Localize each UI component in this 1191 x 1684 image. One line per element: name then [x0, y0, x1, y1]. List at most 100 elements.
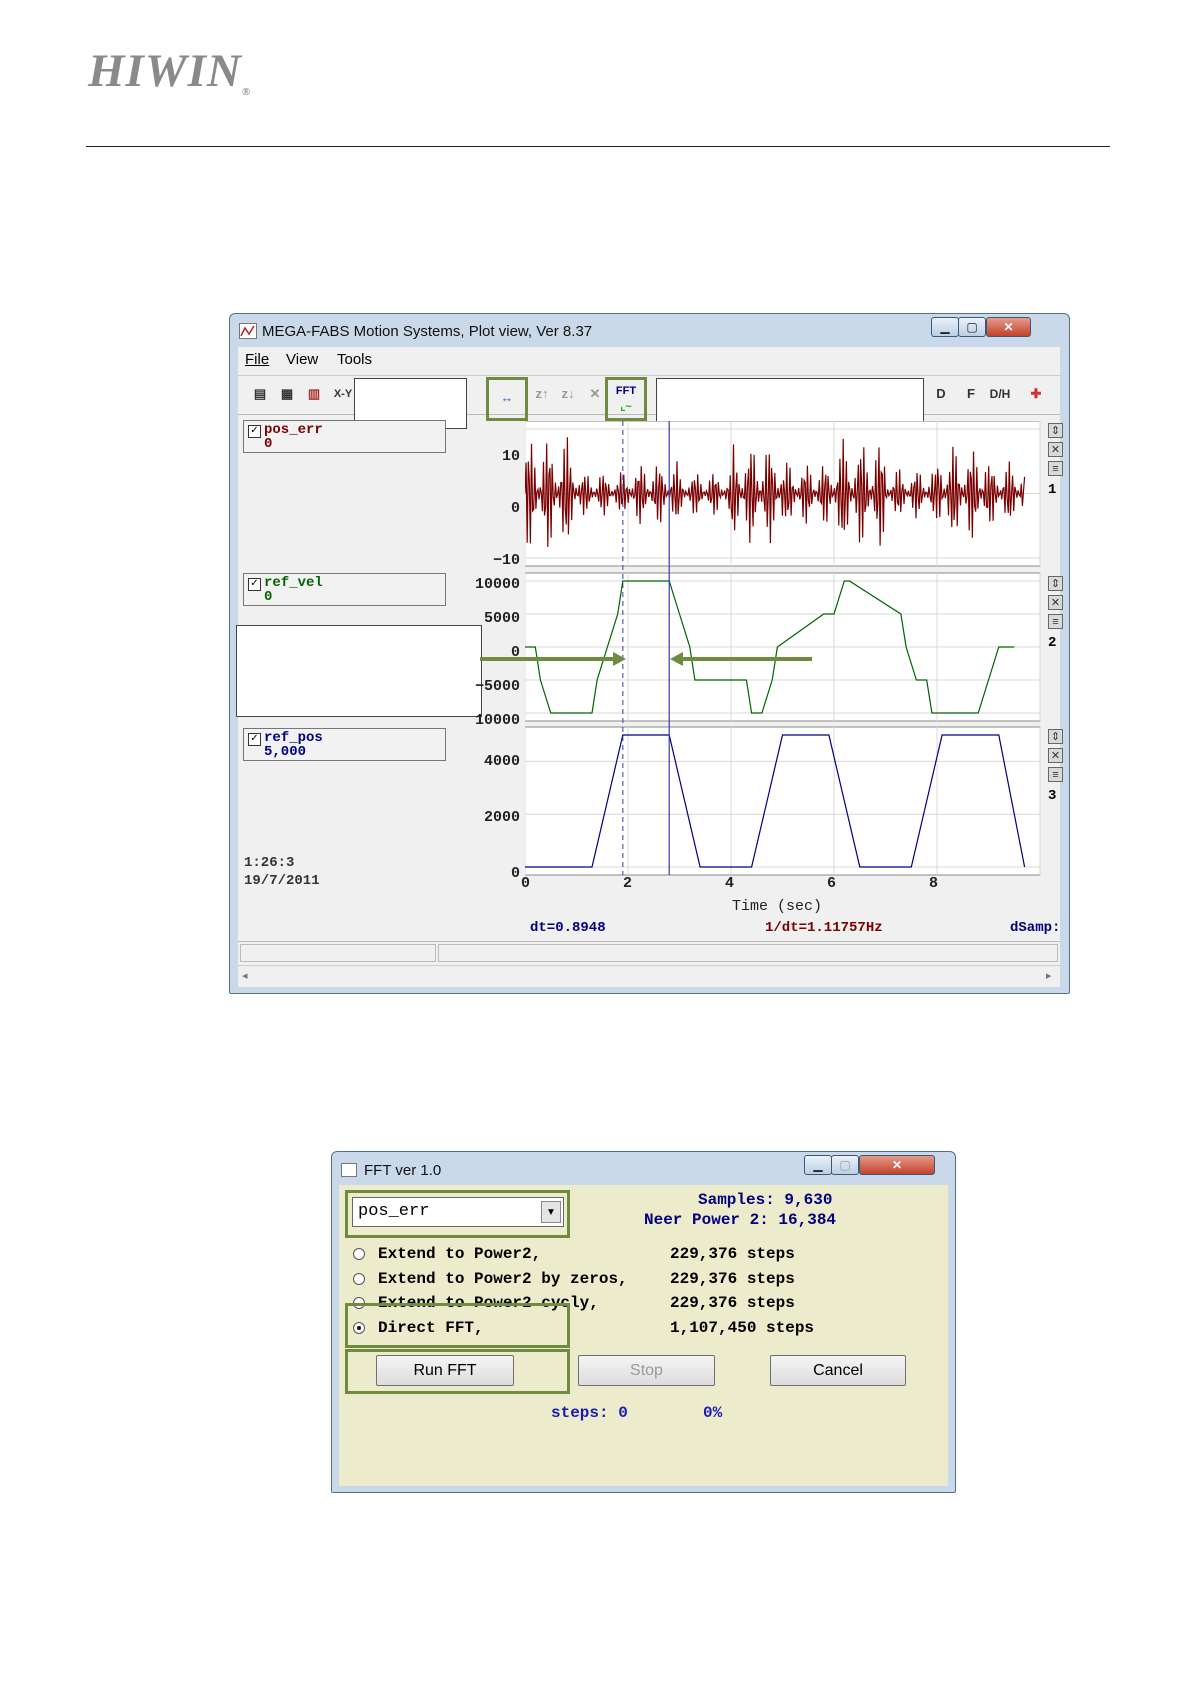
option-steps: 1,107,450 steps [670, 1319, 815, 1337]
option-label: Extend to Power2, [378, 1245, 542, 1263]
plot-expand-icon[interactable]: ⇕ [1048, 729, 1063, 744]
option-label: Direct FFT, [378, 1319, 484, 1337]
option-steps: 229,376 steps [670, 1270, 795, 1288]
single-plot-icon[interactable]: ▤ [247, 381, 273, 407]
date-label: 19/7/2011 [244, 873, 320, 889]
fft-client-area: pos_err ▼ Samples: 9,630 Neer Power 2: 1… [339, 1185, 948, 1486]
scroll-right-icon[interactable]: ▸ [1046, 969, 1052, 982]
steps-status: steps: 0 [551, 1404, 628, 1422]
stop-button[interactable]: Stop [578, 1355, 715, 1386]
minimize-button[interactable]: ▁ [931, 317, 959, 337]
close-button[interactable]: ✕ [986, 317, 1031, 337]
channel-box-ref-vel[interactable]: ✓ ref_vel 0 [243, 573, 446, 606]
option-direct-fft[interactable]: Direct FFT, 1,107,450 steps [353, 1318, 853, 1340]
dsamp-readout: dSamp: [1010, 920, 1061, 936]
hiwin-logo: HIWIN® [88, 45, 252, 98]
plot-settings-icon[interactable]: ≡ [1048, 614, 1063, 629]
fft-maximize-button[interactable]: ▢ [831, 1155, 859, 1175]
horizontal-scrollbar[interactable]: ◂ ▸ [238, 965, 1060, 986]
plot-2-side-controls: ⇕ ✕ ≡ 2 [1048, 576, 1066, 666]
annotation-box-3 [236, 625, 482, 717]
toolbar: ▤ ▦ ▥ X-Y ↔ z↑ z↓ ✕ FFT ⌞~ D F D/H ✚ [238, 375, 1060, 429]
channel-value: 0 [264, 589, 273, 605]
zoom-out-icon[interactable]: z↓ [555, 381, 581, 407]
plot-index: 1 [1048, 482, 1057, 498]
plot-settings-icon[interactable]: ≡ [1048, 767, 1063, 782]
radio-button-selected[interactable] [353, 1322, 365, 1334]
xy-plot-button[interactable]: X-Y [330, 381, 356, 407]
chevron-down-icon[interactable]: ▼ [541, 1201, 561, 1223]
plot-3-side-controls: ⇕ ✕ ≡ 3 [1048, 729, 1066, 819]
option-steps: 229,376 steps [670, 1245, 795, 1263]
toolbar-f-button[interactable]: F [958, 381, 984, 407]
toolbar-dh-button[interactable]: D/H [987, 381, 1013, 407]
zoom-in-icon[interactable]: z↑ [529, 381, 555, 407]
signal-select[interactable]: pos_err ▼ [352, 1197, 564, 1227]
y-tick-label: 2000 [483, 809, 520, 826]
toolbar-d-button[interactable]: D [928, 381, 954, 407]
percent-status: 0% [703, 1404, 723, 1422]
scroll-left-icon[interactable]: ◂ [242, 969, 248, 982]
grid-plot-icon[interactable]: ▥ [301, 381, 327, 407]
time-label: 1:26:3 [244, 855, 295, 871]
y-tick-label: −10 [492, 552, 520, 569]
channel-checkbox[interactable]: ✓ [248, 733, 261, 746]
status-pane-2 [438, 944, 1058, 962]
option-label: Extend to Power2 by zeros, [378, 1270, 628, 1288]
signal-select-value: pos_err [358, 1202, 430, 1221]
add-plot-icon[interactable]: ✚ [1023, 381, 1049, 407]
maximize-button[interactable]: ▢ [958, 317, 986, 337]
menu-tools[interactable]: Tools [337, 351, 372, 368]
x-tick-label: 8 [929, 875, 939, 892]
channel-value: 5,000 [264, 744, 307, 760]
x-axis-label: Time (sec) [732, 898, 823, 915]
plot-expand-icon[interactable]: ⇕ [1048, 423, 1063, 438]
neer-power-label: Neer Power 2: 16,384 [644, 1211, 837, 1229]
y-tick-label: 4000 [483, 753, 520, 770]
cursor-measure-icon[interactable]: ↔ [494, 385, 520, 411]
y-tick-label: 5000 [483, 610, 520, 627]
plot-close-icon[interactable]: ✕ [1048, 748, 1063, 763]
plot-index: 2 [1048, 635, 1057, 651]
option-steps: 229,376 steps [670, 1294, 795, 1312]
multi-plot-icon[interactable]: ▦ [274, 381, 300, 407]
status-bar [238, 941, 1060, 964]
channel-value: 0 [264, 436, 273, 452]
radio-button[interactable] [353, 1248, 365, 1260]
x-tick-label: 4 [725, 875, 735, 892]
channel-box-pos-err[interactable]: ✓ pos_err 0 [243, 420, 446, 453]
channel-checkbox[interactable]: ✓ [248, 578, 261, 591]
header-divider [86, 146, 1110, 147]
plot-1-side-controls: ⇕ ✕ ≡ 1 [1048, 423, 1066, 513]
plot-view-window: MEGA-FABS Motion Systems, Plot view, Ver… [229, 313, 1070, 994]
fft-button[interactable]: FFT ⌞~ [613, 383, 639, 413]
option-extend-power2-zeros[interactable]: Extend to Power2 by zeros, 229,376 steps [353, 1269, 853, 1291]
menu-file[interactable]: File [245, 351, 269, 368]
plot-close-icon[interactable]: ✕ [1048, 442, 1063, 457]
cancel-button[interactable]: Cancel [770, 1355, 906, 1386]
registered-mark: ® [241, 86, 252, 98]
plot-expand-icon[interactable]: ⇕ [1048, 576, 1063, 591]
y-tick-label: −5000 [474, 678, 520, 695]
channel-checkbox[interactable]: ✓ [248, 425, 261, 438]
x-tick-label: 0 [521, 875, 531, 892]
fft-minimize-button[interactable]: ▁ [804, 1155, 832, 1175]
channel-name: pos_err [264, 422, 323, 438]
fft-close-button[interactable]: ✕ [859, 1155, 935, 1175]
channel-name: ref_vel [264, 575, 323, 591]
plot-index: 3 [1048, 788, 1057, 804]
plot-close-icon[interactable]: ✕ [1048, 595, 1063, 610]
channel-box-ref-pos[interactable]: ✓ ref_pos 5,000 [243, 728, 446, 761]
run-fft-button[interactable]: Run FFT [376, 1355, 514, 1386]
menu-view[interactable]: View [286, 351, 318, 368]
annotation-arrows [480, 652, 812, 666]
radio-button[interactable] [353, 1273, 365, 1285]
fft-window: FFT ver 1.0 ▁ ▢ ✕ pos_err ▼ Samples: 9,6… [331, 1151, 956, 1493]
client-area: File View Tools ▤ ▦ ▥ X-Y ↔ z↑ z↓ ✕ FFT ⌞… [236, 347, 1063, 987]
option-extend-power2[interactable]: Extend to Power2, 229,376 steps [353, 1244, 853, 1266]
y-tick-label: 10000 [474, 712, 520, 729]
plot-settings-icon[interactable]: ≡ [1048, 461, 1063, 476]
dt-readout: dt=0.8948 [530, 920, 606, 936]
plot-frame [525, 726, 1041, 876]
fft-app-icon [341, 1163, 357, 1177]
